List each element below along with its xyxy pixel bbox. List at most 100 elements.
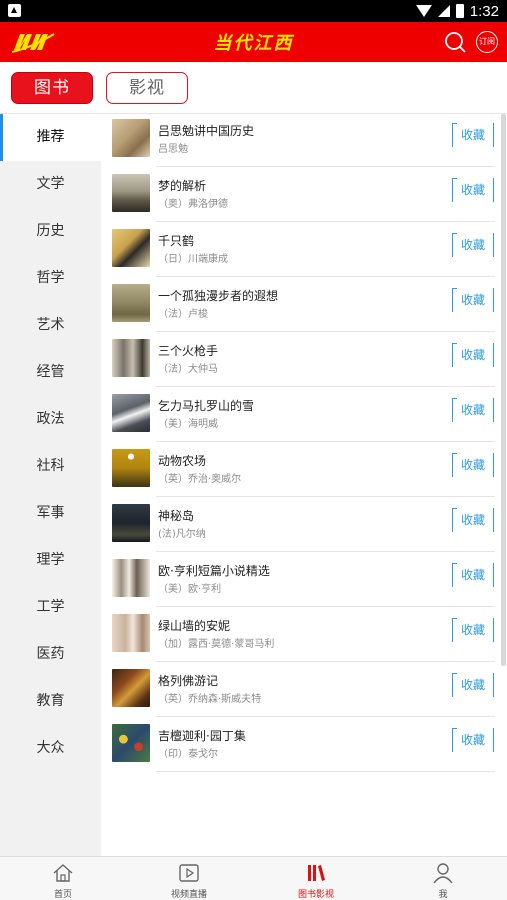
list-scrollbar[interactable] (501, 114, 506, 666)
sidebar-item-military[interactable]: 军事 (0, 490, 101, 537)
notification-icon (8, 4, 21, 17)
collect-button[interactable]: 收藏 (452, 453, 494, 477)
video-play-icon (179, 864, 199, 882)
sidebar-item-education[interactable]: 教育 (0, 678, 101, 725)
book-title: 神秘岛 (158, 509, 195, 523)
nav-video-live[interactable]: 视频直播 (126, 857, 252, 900)
book-author: (法)凡尔纳 (158, 529, 206, 540)
book-row[interactable]: 格列佛游记 （英）乔纳森·斯威夫特 收藏 (101, 662, 495, 717)
book-title: 吉檀迦利·园丁集 (158, 729, 246, 743)
book-row[interactable]: 千只鹤 （日）川端康成 收藏 (101, 222, 495, 277)
subscribe-button[interactable]: 订阅 (476, 31, 498, 53)
bottom-navigation: 首页 视频直播 图书影视 我 (0, 856, 507, 900)
nav-books-video-label: 图书影视 (297, 890, 334, 900)
sidebar-item-philosophy[interactable]: 哲学 (0, 255, 101, 302)
book-title: 千只鹤 (158, 234, 195, 248)
collect-button[interactable]: 收藏 (452, 398, 494, 422)
collect-button[interactable]: 收藏 (452, 123, 494, 147)
collect-button[interactable]: 收藏 (452, 673, 494, 697)
book-cover-image (112, 669, 150, 707)
book-cover-image (112, 229, 150, 267)
nav-me[interactable]: 我 (380, 857, 506, 900)
status-time: 1:32 (469, 2, 499, 20)
book-cover-image (112, 339, 150, 377)
book-title: 动物农场 (158, 454, 207, 468)
book-title: 一个孤独漫步者的遐想 (158, 289, 279, 303)
book-cover-image (112, 284, 150, 322)
book-row[interactable]: 欧·亨利短篇小说精选 （美）欧·亨利 收藏 (101, 552, 495, 607)
content-tabs: 图书 影视 (0, 62, 507, 114)
book-row[interactable]: 吕思勉讲中国历史 吕思勉 收藏 (101, 112, 495, 167)
book-title: 乞力马扎罗山的雪 (158, 399, 255, 413)
book-title: 三个火枪手 (158, 344, 219, 358)
book-cover-image (112, 724, 150, 762)
wifi-icon (415, 5, 432, 17)
book-title: 绿山墙的安妮 (158, 619, 231, 633)
collect-button[interactable]: 收藏 (452, 233, 494, 257)
book-row[interactable]: 一个孤独漫步者的遐想 （法）卢梭 收藏 (101, 277, 495, 332)
sidebar-item-economics[interactable]: 经管 (0, 349, 101, 396)
sidebar-item-law[interactable]: 政法 (0, 396, 101, 443)
book-cover-image (112, 394, 150, 432)
sidebar-item-recommend[interactable]: 推荐 (0, 114, 101, 161)
user-icon (433, 863, 453, 884)
book-author: （法）卢梭 (158, 309, 208, 320)
book-row[interactable]: 梦的解析 （奥）弗洛伊德 收藏 (101, 167, 495, 222)
tab-video[interactable]: 影视 (106, 72, 188, 104)
sidebar-item-science[interactable]: 理学 (0, 537, 101, 584)
book-author: （印）泰戈尔 (158, 749, 218, 760)
signal-icon (437, 5, 450, 17)
book-author: （美）欧·亨利 (158, 584, 222, 595)
search-icon[interactable] (444, 31, 466, 53)
collect-button[interactable]: 收藏 (452, 563, 494, 587)
book-author: （日）川端康成 (158, 254, 228, 265)
book-row[interactable]: 乞力马扎罗山的雪 （美）海明威 收藏 (101, 387, 495, 442)
book-cover-image (112, 614, 150, 652)
sidebar-item-social-science[interactable]: 社科 (0, 443, 101, 490)
book-cover-image (112, 559, 150, 597)
book-row[interactable]: 三个火枪手 （法）大仲马 收藏 (101, 332, 495, 387)
book-author: （美）海明威 (158, 419, 218, 430)
row-divider (156, 771, 495, 772)
book-cover-image (112, 504, 150, 542)
book-cover-image (112, 174, 150, 212)
app-title: 当代江西 (213, 33, 294, 54)
collect-button[interactable]: 收藏 (452, 728, 494, 752)
collect-button[interactable]: 收藏 (452, 178, 494, 202)
nav-home-label: 首页 (53, 890, 72, 900)
sidebar-item-art[interactable]: 艺术 (0, 302, 101, 349)
app-header: 当代江西 订阅 (0, 22, 507, 62)
sidebar-item-engineering[interactable]: 工学 (0, 584, 101, 631)
sidebar-item-popular[interactable]: 大众 (0, 725, 101, 772)
category-sidebar: 推荐 文学 历史 哲学 艺术 经管 政法 社科 军事 理学 工学 医药 教育 大… (0, 114, 101, 856)
sidebar-item-history[interactable]: 历史 (0, 208, 101, 255)
book-title: 欧·亨利短篇小说精选 (158, 564, 270, 578)
book-title: 格列佛游记 (158, 674, 219, 688)
tab-books[interactable]: 图书 (11, 72, 93, 104)
collect-button[interactable]: 收藏 (452, 343, 494, 367)
book-author: （奥）弗洛伊德 (158, 199, 228, 210)
nav-me-label: 我 (438, 890, 448, 900)
book-author: （英）乔治·奥威尔 (158, 474, 242, 485)
book-title: 梦的解析 (158, 179, 207, 193)
book-row[interactable]: 吉檀迦利·园丁集 （印）泰戈尔 收藏 (101, 717, 495, 772)
nav-books-video[interactable]: 图书影视 (253, 857, 379, 900)
book-author: （英）乔纳森·斯威夫特 (158, 694, 262, 705)
book-cover-image (112, 119, 150, 157)
book-row[interactable]: 绿山墙的安妮 （加）露西·莫德·蒙哥马利 收藏 (101, 607, 495, 662)
book-row[interactable]: 动物农场 （英）乔治·奥威尔 收藏 (101, 442, 495, 497)
home-icon (53, 864, 73, 882)
sidebar-item-literature[interactable]: 文学 (0, 161, 101, 208)
collect-button[interactable]: 收藏 (452, 618, 494, 642)
nav-home[interactable]: 首页 (0, 857, 126, 900)
books-icon (308, 865, 325, 881)
battery-icon (455, 4, 464, 18)
nav-video-live-label: 视频直播 (170, 890, 207, 900)
book-row[interactable]: 神秘岛 (法)凡尔纳 收藏 (101, 497, 495, 552)
book-author: （加）露西·莫德·蒙哥马利 (158, 639, 275, 650)
collect-button[interactable]: 收藏 (452, 508, 494, 532)
book-cover-image (112, 449, 150, 487)
sidebar-item-medicine[interactable]: 医药 (0, 631, 101, 678)
book-title: 吕思勉讲中国历史 (158, 124, 255, 138)
collect-button[interactable]: 收藏 (452, 288, 494, 312)
